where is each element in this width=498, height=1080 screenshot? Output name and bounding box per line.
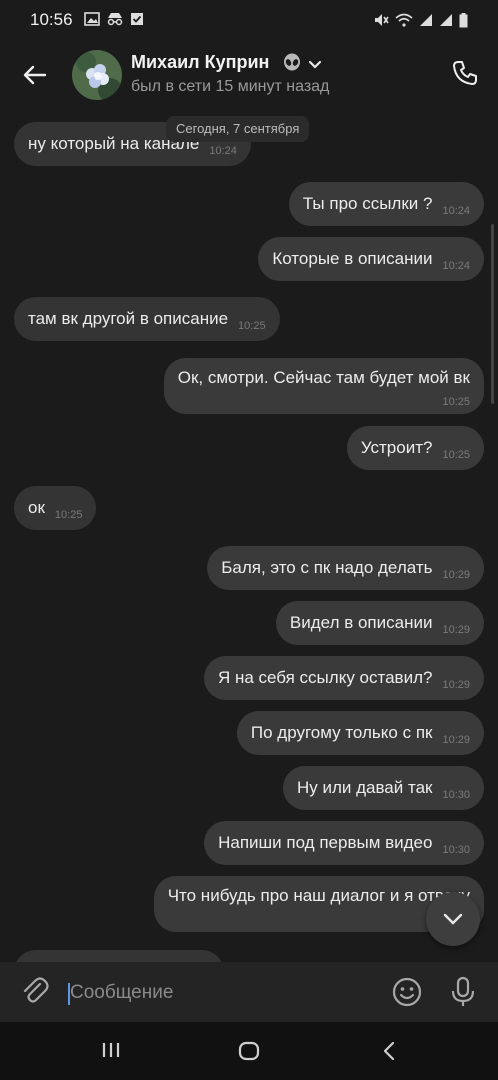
emoji-button[interactable]	[392, 977, 422, 1012]
message-outgoing[interactable]: Устроит? 10:25	[346, 426, 484, 470]
home-button[interactable]	[238, 1040, 260, 1067]
message-text: Баля, это с пк надо делать	[221, 558, 433, 577]
message-outgoing[interactable]: Которые в описании 10:24	[258, 237, 484, 281]
gallery-icon	[84, 12, 100, 26]
signal-icon	[420, 14, 432, 26]
message-text: Ты про ссылки ?	[302, 194, 433, 213]
scrollbar-thumb[interactable]	[491, 224, 494, 404]
message-time: 10:29	[442, 679, 470, 691]
recent-apps-button[interactable]	[100, 1040, 122, 1065]
text-caret	[68, 983, 70, 1005]
incognito-icon	[107, 13, 123, 26]
message-text: Ок, смотри. Сейчас там будет мой вк	[177, 368, 470, 387]
microphone-icon	[451, 976, 475, 1006]
message-list[interactable]: ну который на канале 10:24 Сегодня, 7 се…	[0, 114, 498, 962]
scroll-to-bottom-button[interactable]	[426, 892, 480, 946]
message-time: 10:25	[54, 509, 83, 521]
attach-button[interactable]	[20, 976, 50, 1011]
message-text: Что нибудь про наш диалог и я отвечу	[167, 886, 470, 905]
chat-header: Михаил Куприн был в сети 15 минут назад	[0, 40, 498, 114]
message-incoming[interactable]: ок 10:25	[14, 486, 97, 530]
message-time: 10:30	[442, 789, 470, 801]
signal-icon-2	[440, 14, 452, 26]
status-time: 10:56	[30, 10, 73, 29]
call-button[interactable]	[448, 56, 482, 90]
arrow-left-icon	[23, 65, 47, 85]
message-time: 10:25	[442, 449, 470, 461]
message-outgoing[interactable]: Ну или давай так 10:30	[282, 766, 484, 810]
message-incoming[interactable]: там вк другой в описание 10:25	[14, 297, 280, 341]
message-time: 10:25	[442, 396, 470, 408]
message-outgoing[interactable]: Ты про ссылки ? 10:24	[288, 182, 484, 226]
message-time: 10:29	[442, 569, 470, 581]
recent-apps-icon	[102, 1043, 120, 1057]
mute-icon	[375, 14, 389, 26]
chevron-down-icon[interactable]	[308, 60, 322, 70]
back-nav-icon	[383, 1041, 395, 1061]
date-divider: Сегодня, 7 сентября	[166, 116, 310, 142]
contact-last-seen: был в сети 15 минут назад	[131, 78, 330, 95]
message-time: 10:24	[209, 145, 237, 157]
message-outgoing[interactable]: По другому только с пк 10:29	[236, 711, 484, 755]
contact-name[interactable]: Михаил Куприн	[131, 52, 269, 73]
message-outgoing[interactable]: Я на себя ссылку оставил? 10:29	[203, 656, 484, 700]
home-icon	[238, 1041, 260, 1061]
message-time: 10:25	[238, 320, 266, 332]
battery-icon	[459, 12, 468, 27]
message-time: 10:24	[442, 205, 470, 217]
message-text: Ну или давай так	[296, 778, 433, 797]
message-text: Которые в описании	[272, 249, 433, 268]
message-time: 10:30	[442, 844, 470, 856]
message-text: там вк другой в описание	[28, 309, 229, 328]
message-composer	[0, 962, 498, 1022]
message-incoming-partial[interactable]	[14, 950, 224, 962]
avatar-image	[72, 50, 122, 100]
check-box-icon	[131, 13, 143, 25]
alien-emoji-icon	[284, 53, 300, 71]
avatar[interactable]	[72, 50, 122, 100]
message-text: Напиши под первым видео	[218, 833, 433, 852]
back-button[interactable]	[18, 58, 52, 92]
wifi-icon	[395, 13, 413, 27]
status-bar: 10:56	[0, 0, 498, 40]
message-outgoing[interactable]: Ок, смотри. Сейчас там будет мой вк 10:2…	[163, 358, 484, 414]
message-outgoing[interactable]: Напиши под первым видео 10:30	[204, 821, 484, 865]
message-input[interactable]	[68, 972, 372, 1014]
message-outgoing[interactable]: Баля, это с пк надо делать 10:29	[207, 546, 484, 590]
smile-icon	[392, 977, 422, 1007]
chevron-down-icon	[443, 913, 463, 925]
back-nav-button[interactable]	[380, 1040, 398, 1067]
message-text: Устроит?	[360, 438, 433, 457]
voice-message-button[interactable]	[450, 976, 476, 1013]
message-time: 10:29	[442, 624, 470, 636]
system-navigation-bar	[0, 1022, 498, 1080]
paperclip-icon	[23, 977, 49, 1003]
message-text: ок	[28, 498, 45, 517]
message-outgoing[interactable]: Видел в описании 10:29	[275, 601, 484, 645]
message-time: 10:24	[442, 260, 470, 272]
message-text: По другому только с пк	[250, 723, 433, 742]
message-time: 10:29	[442, 734, 470, 746]
phone-icon	[453, 61, 477, 85]
message-text: Видел в описании	[289, 613, 433, 632]
message-text: Я на себя ссылку оставил?	[217, 668, 433, 687]
